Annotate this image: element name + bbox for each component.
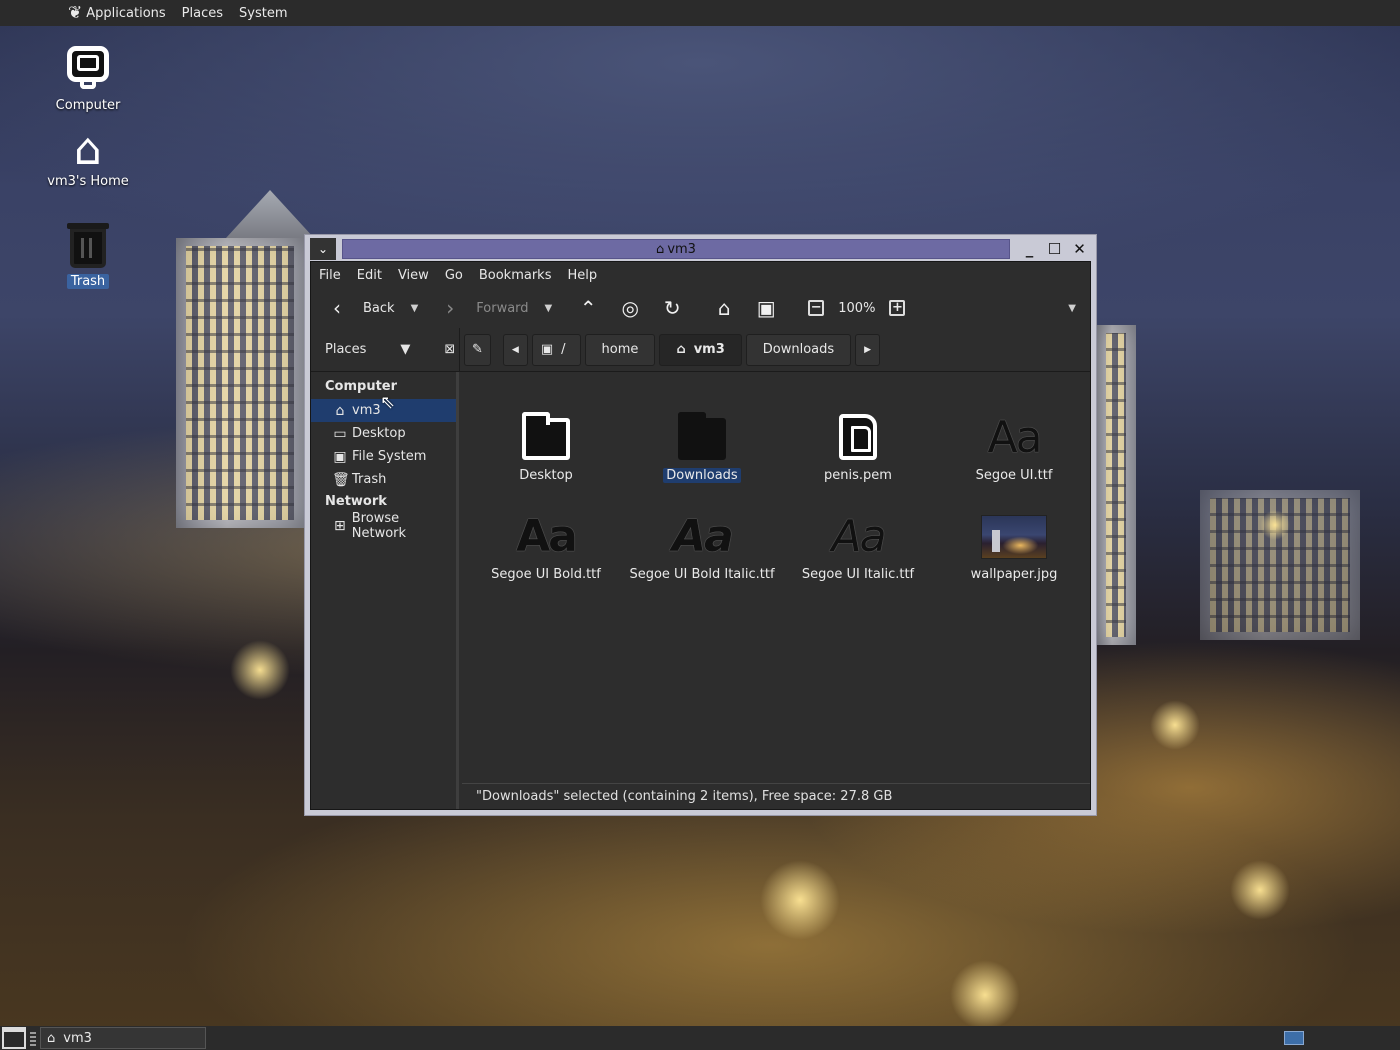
forward-button[interactable]: › Forward (438, 296, 528, 320)
drive-icon: ▣ (333, 448, 347, 465)
status-bar: "Downloads" selected (containing 2 items… (462, 783, 1090, 809)
path-scroll-right-button[interactable]: ▶ (855, 333, 881, 366)
stop-icon[interactable]: ◎ (618, 296, 642, 320)
font-icon: Aa (516, 511, 578, 562)
sidebar-item-file-system[interactable]: ▣ File System (311, 445, 456, 468)
toolbar: ‹ Back ▼ › Forward ▼ ⌃ ◎ ↻ ⌂ ▣ − 100% + … (311, 288, 1090, 328)
file-item-segoe-ui-bold[interactable]: Aa Segoe UI Bold.ttf (468, 489, 624, 588)
menu-go[interactable]: Go (445, 268, 463, 283)
file-item-desktop[interactable]: Desktop (468, 390, 624, 489)
desktop-icon-trash[interactable]: Trash (38, 222, 138, 289)
sidebar-item-trash[interactable]: 🗑 Trash (311, 468, 456, 491)
reload-icon[interactable]: ↻ (660, 296, 684, 320)
edit-icon: ✎ (472, 342, 483, 357)
back-button[interactable]: ‹ Back (325, 296, 395, 320)
home-icon[interactable]: ⌂ (712, 296, 736, 320)
window-titlebar[interactable]: ⌄ ⌂ vm3 _ ☐ ✕ (310, 237, 1091, 261)
menubar: File Edit View Go Bookmarks Help (311, 262, 1090, 288)
desktop-icon-computer[interactable]: Computer (38, 46, 138, 113)
file-item-wallpaper[interactable]: wallpaper.jpg (936, 489, 1092, 588)
file-view: Desktop Downloads penis.pem Aa Segoe UI.… (462, 372, 1090, 783)
bottom-panel: ⌂ vm3 (0, 1026, 1400, 1050)
home-icon: ⌂ (74, 124, 102, 175)
trash-icon: 🗑 (332, 471, 350, 488)
up-icon[interactable]: ⌃ (576, 296, 600, 320)
network-icon: ⊞ (334, 517, 346, 534)
chevron-left-icon: ‹ (333, 296, 341, 320)
system-menu[interactable]: System (239, 6, 287, 21)
path-bar: ✎ ◀ ▣ / home ⌂ vm3 Downloads ▶ (459, 327, 881, 372)
places-sidebar: Computer ⌂ vm3 ▭ Desktop ▣ File System 🗑… (311, 372, 459, 809)
gnome-foot-icon: ❦ (68, 3, 83, 23)
workspace-switcher[interactable] (1284, 1031, 1304, 1045)
toolbar-overflow-dropdown[interactable]: ▼ (1068, 303, 1076, 314)
forward-history-dropdown[interactable]: ▼ (545, 303, 553, 314)
sidebar-item-desktop[interactable]: ▭ Desktop (311, 422, 456, 445)
zoom-out-icon[interactable]: − (808, 300, 825, 316)
window-content: File Edit View Go Bookmarks Help ‹ Back … (310, 261, 1091, 810)
desktop-icon-home[interactable]: ⌂ vm3's Home (38, 124, 138, 190)
home-icon: ⌂ (335, 402, 345, 419)
window-title[interactable]: ⌂ vm3 (342, 239, 1010, 259)
folder-icon: ▭ (333, 425, 347, 442)
places-menu[interactable]: Places (182, 6, 223, 21)
font-icon: Aa (987, 412, 1042, 463)
file-manager-window: ⌄ ⌂ vm3 _ ☐ ✕ File Edit View Go Bookmark… (304, 234, 1097, 816)
zoom-level[interactable]: 100% (838, 301, 875, 316)
document-icon (839, 414, 877, 460)
path-button-vm3[interactable]: ⌂ vm3 (659, 333, 742, 366)
path-button-root[interactable]: ▣ / (531, 333, 581, 366)
home-icon: ⌂ (656, 241, 665, 257)
chevron-right-icon: › (446, 296, 455, 320)
applications-menu[interactable]: ❦ Applications (68, 3, 166, 23)
location-bar: Places ▼ ⊠ ✎ ◀ ▣ / home ⌂ vm3 Downloads … (311, 327, 1090, 372)
computer-icon (67, 46, 109, 89)
folder-icon (678, 412, 726, 460)
minimize-button[interactable]: _ (1022, 240, 1037, 258)
show-desktop-button[interactable] (2, 1027, 26, 1049)
maximize-button[interactable]: ☐ (1047, 240, 1062, 258)
window-menu-button[interactable]: ⌄ (310, 238, 336, 260)
sidebar-type-selector[interactable]: Places ▼ ⊠ (311, 342, 459, 357)
top-panel: ❦ Applications Places System (0, 0, 1400, 26)
file-item-penis-pem[interactable]: penis.pem (780, 390, 936, 489)
status-text: "Downloads" selected (containing 2 items… (476, 789, 893, 804)
path-scroll-left-button[interactable]: ◀ (502, 333, 528, 366)
computer-icon[interactable]: ▣ (754, 296, 778, 320)
menu-view[interactable]: View (398, 268, 429, 283)
font-icon: Aa (831, 511, 886, 562)
zoom-in-icon[interactable]: + (889, 300, 906, 316)
drive-icon: ▣ (540, 342, 554, 357)
taskbar-item-vm3[interactable]: ⌂ vm3 (40, 1027, 206, 1049)
close-button[interactable]: ✕ (1072, 240, 1087, 258)
folder-icon (522, 412, 570, 460)
chevron-down-icon: ⌄ (317, 242, 329, 256)
file-item-segoe-ui[interactable]: Aa Segoe UI.ttf (936, 390, 1092, 489)
file-item-segoe-ui-bold-italic[interactable]: Aa Segoe UI Bold Italic.ttf (624, 489, 780, 588)
toggle-location-entry-button[interactable]: ✎ (464, 333, 491, 366)
font-icon: Aa (672, 511, 734, 562)
home-icon: ⌂ (47, 1030, 56, 1046)
back-history-dropdown[interactable]: ▼ (411, 303, 419, 314)
trash-icon (67, 223, 109, 268)
menu-help[interactable]: Help (567, 268, 597, 283)
sidebar-item-browse-network[interactable]: ⊞ Browse Network (311, 511, 456, 541)
file-item-downloads[interactable]: Downloads (624, 390, 780, 489)
chevron-down-icon: ▼ (400, 342, 411, 357)
mouse-cursor-icon: ⇖ (380, 392, 396, 413)
panel-handle[interactable] (30, 1030, 36, 1046)
menu-edit[interactable]: Edit (357, 268, 382, 283)
home-icon: ⌂ (676, 342, 686, 357)
path-button-downloads[interactable]: Downloads (745, 333, 852, 366)
file-item-segoe-ui-italic[interactable]: Aa Segoe UI Italic.ttf (780, 489, 936, 588)
path-button-home[interactable]: home (584, 333, 656, 366)
image-thumbnail-icon (981, 515, 1047, 559)
close-sidebar-icon[interactable]: ⊠ (444, 342, 455, 357)
menu-file[interactable]: File (319, 268, 341, 283)
menu-bookmarks[interactable]: Bookmarks (479, 268, 552, 283)
